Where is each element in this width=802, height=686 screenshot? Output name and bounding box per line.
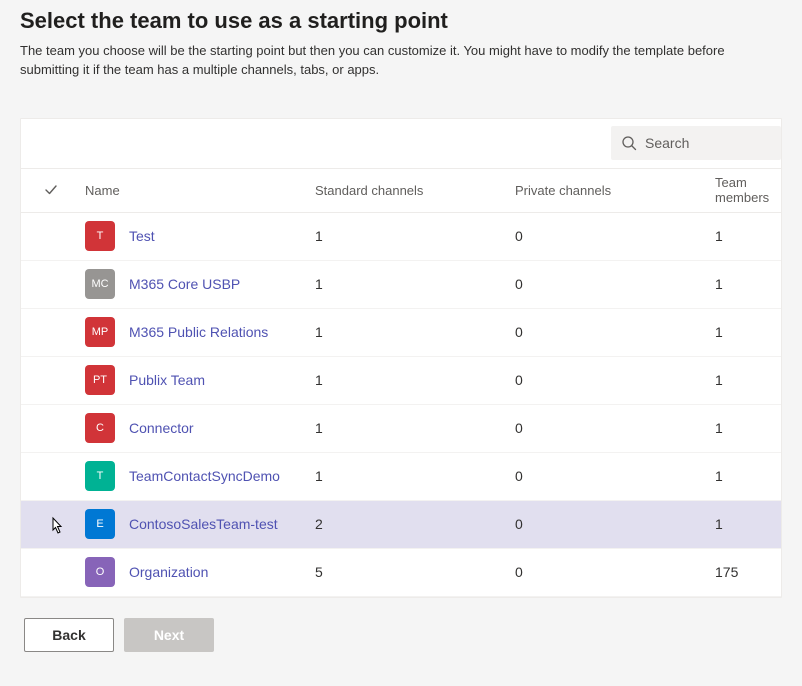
teams-table: Name Standard channels Private channels … xyxy=(21,169,781,597)
team-name-link[interactable]: Test xyxy=(129,228,155,244)
name-cell: C Connector xyxy=(81,413,311,443)
standard-channels-cell: 1 xyxy=(311,468,511,484)
column-private-channels[interactable]: Private channels xyxy=(511,183,711,198)
table-row[interactable]: C Connector 101 xyxy=(21,405,781,453)
private-channels-cell: 0 xyxy=(511,228,711,244)
private-channels-cell: 0 xyxy=(511,564,711,580)
select-all-column[interactable] xyxy=(21,183,81,197)
name-cell: O Organization xyxy=(81,557,311,587)
table-header: Name Standard channels Private channels … xyxy=(21,169,781,213)
team-members-cell: 1 xyxy=(711,276,781,292)
team-name-link[interactable]: TeamContactSyncDemo xyxy=(129,468,280,484)
standard-channels-cell: 1 xyxy=(311,324,511,340)
team-name-link[interactable]: ContosoSalesTeam-test xyxy=(129,516,278,532)
next-button[interactable]: Next xyxy=(124,618,214,652)
team-members-cell: 175 xyxy=(711,564,781,580)
back-button[interactable]: Back xyxy=(24,618,114,652)
private-channels-cell: 0 xyxy=(511,468,711,484)
table-row[interactable]: E ContosoSalesTeam-test 201 xyxy=(21,501,781,549)
table-row[interactable]: T TeamContactSyncDemo 101 xyxy=(21,453,781,501)
team-name-link[interactable]: M365 Public Relations xyxy=(129,324,268,340)
team-avatar: T xyxy=(85,221,115,251)
team-avatar: O xyxy=(85,557,115,587)
name-cell: MC M365 Core USBP xyxy=(81,269,311,299)
team-name-link[interactable]: Organization xyxy=(129,564,208,580)
checkmark-icon xyxy=(44,183,58,197)
column-team-members[interactable]: Team members xyxy=(711,175,781,205)
table-row[interactable]: O Organization 50175 xyxy=(21,549,781,597)
team-members-cell: 1 xyxy=(711,372,781,388)
table-row[interactable]: MC M365 Core USBP 101 xyxy=(21,261,781,309)
name-cell: T Test xyxy=(81,221,311,251)
standard-channels-cell: 1 xyxy=(311,228,511,244)
name-cell: MP M365 Public Relations xyxy=(81,317,311,347)
team-avatar: MP xyxy=(85,317,115,347)
table-row[interactable]: PT Publix Team 101 xyxy=(21,357,781,405)
standard-channels-cell: 1 xyxy=(311,276,511,292)
team-members-cell: 1 xyxy=(711,420,781,436)
name-cell: E ContosoSalesTeam-test xyxy=(81,509,311,539)
team-members-cell: 1 xyxy=(711,324,781,340)
table-row[interactable]: MP M365 Public Relations 101 xyxy=(21,309,781,357)
footer-actions: Back Next xyxy=(20,598,782,652)
team-members-cell: 1 xyxy=(711,516,781,532)
page-title: Select the team to use as a starting poi… xyxy=(20,0,782,42)
page-subtitle: The team you choose will be the starting… xyxy=(20,42,780,100)
search-input[interactable] xyxy=(645,135,771,151)
name-cell: PT Publix Team xyxy=(81,365,311,395)
search-box[interactable] xyxy=(611,126,781,160)
column-name[interactable]: Name xyxy=(81,183,311,198)
team-avatar: MC xyxy=(85,269,115,299)
standard-channels-cell: 5 xyxy=(311,564,511,580)
private-channels-cell: 0 xyxy=(511,420,711,436)
private-channels-cell: 0 xyxy=(511,372,711,388)
team-avatar: PT xyxy=(85,365,115,395)
column-standard-channels[interactable]: Standard channels xyxy=(311,183,511,198)
team-members-cell: 1 xyxy=(711,468,781,484)
team-members-cell: 1 xyxy=(711,228,781,244)
standard-channels-cell: 1 xyxy=(311,420,511,436)
team-name-link[interactable]: M365 Core USBP xyxy=(129,276,240,292)
team-name-link[interactable]: Publix Team xyxy=(129,372,205,388)
standard-channels-cell: 2 xyxy=(311,516,511,532)
toolbar xyxy=(21,119,781,169)
team-name-link[interactable]: Connector xyxy=(129,420,194,436)
standard-channels-cell: 1 xyxy=(311,372,511,388)
private-channels-cell: 0 xyxy=(511,276,711,292)
table-row[interactable]: T Test 101 xyxy=(21,213,781,261)
private-channels-cell: 0 xyxy=(511,516,711,532)
team-picker-panel: Name Standard channels Private channels … xyxy=(20,118,782,598)
private-channels-cell: 0 xyxy=(511,324,711,340)
team-avatar: E xyxy=(85,509,115,539)
name-cell: T TeamContactSyncDemo xyxy=(81,461,311,491)
search-icon xyxy=(621,135,637,151)
team-avatar: C xyxy=(85,413,115,443)
team-avatar: T xyxy=(85,461,115,491)
pointer-cursor-icon xyxy=(47,516,65,538)
